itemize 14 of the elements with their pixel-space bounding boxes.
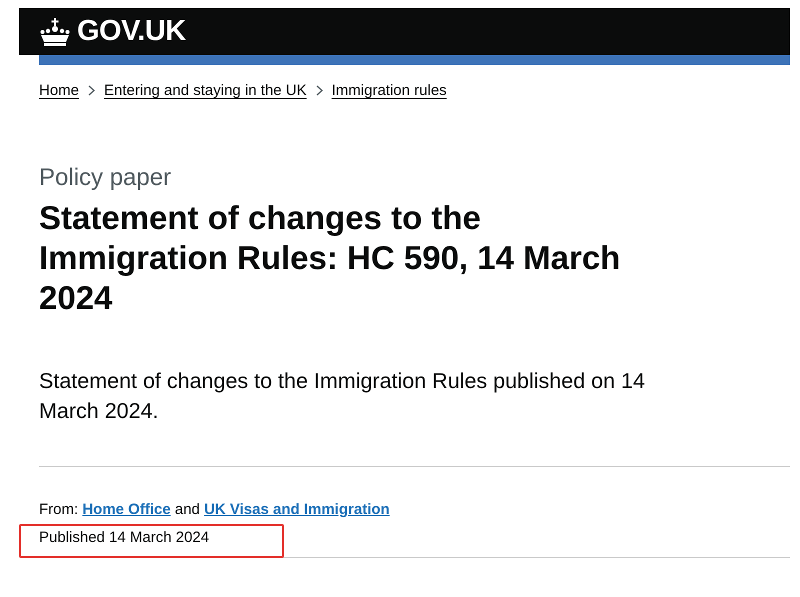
- breadcrumb-link[interactable]: Entering and staying in the UK: [104, 82, 307, 99]
- document-type: Policy paper: [39, 164, 172, 192]
- published-date: Published 14 March 2024: [39, 528, 210, 548]
- site-logo[interactable]: GOV.UK: [77, 15, 186, 48]
- organisation-link[interactable]: UK Visas and Immigration: [204, 501, 390, 518]
- chevron-icon: [316, 85, 323, 96]
- summary-text: Statement of changes to the Immigration Rules published on 14 March 2024.: [39, 368, 646, 425]
- page-title: Statement of changes to the Immigration Rules: HC 590, 14 March 2024: [39, 198, 622, 318]
- crown-icon: [39, 18, 71, 46]
- chevron-icon: [88, 85, 96, 96]
- breadcrumb-link[interactable]: Immigration rules: [332, 82, 447, 99]
- organisation-link[interactable]: Home Office: [82, 501, 171, 518]
- breadcrumb-link[interactable]: Home: [39, 82, 80, 99]
- from-line: From: Home Office and UK Visas and Immigration: [39, 500, 391, 520]
